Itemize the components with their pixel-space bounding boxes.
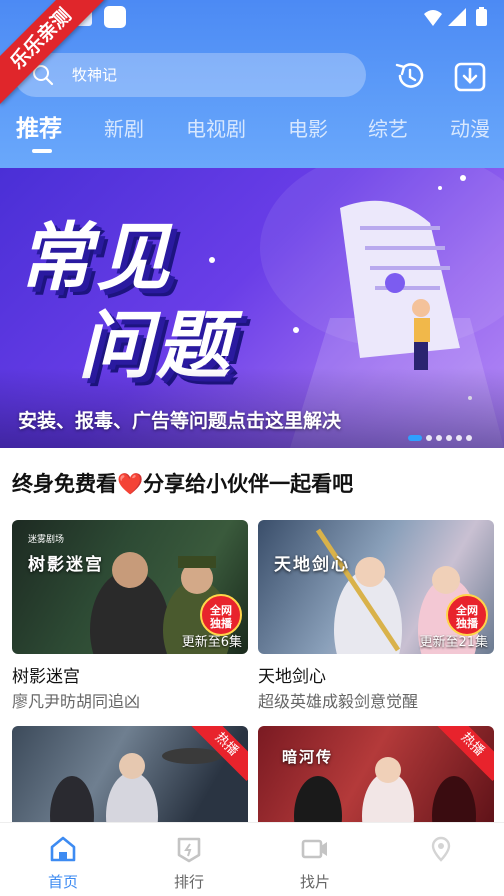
carousel-dot xyxy=(456,435,462,441)
section-title: 终身免费看❤️分享给小伙伴一起看吧 xyxy=(12,472,354,496)
ranking-icon xyxy=(177,837,201,863)
episode-update: 更新至21集 xyxy=(419,635,488,650)
nav-find-video[interactable]: 找片 xyxy=(252,823,378,896)
episode-update: 更新至6集 xyxy=(181,635,242,650)
bottom-nav: 首页 排行 找片 xyxy=(0,822,504,896)
location-pin-icon xyxy=(431,836,451,862)
exclusive-badge: 全网 独播 xyxy=(446,594,488,636)
exclusive-badge: 全网 独播 xyxy=(200,594,242,636)
poster-image[interactable]: 树影迷宫 迷雾剧场 全网 独播 更新至6集 xyxy=(12,520,248,654)
poster-title: 暗河传 xyxy=(282,748,334,766)
video-camera-icon xyxy=(301,839,327,859)
download-icon[interactable] xyxy=(452,58,488,94)
tab-new[interactable]: 新剧 xyxy=(104,108,144,150)
card-title[interactable]: 树影迷宫 xyxy=(12,662,80,687)
video-card[interactable]: 热播 xyxy=(12,726,248,826)
poster-image[interactable]: 暗河传 热播 xyxy=(258,726,494,826)
carousel-dot xyxy=(436,435,442,441)
video-card[interactable]: 天地剑心 全网 独播 更新至21集 天地剑心 超级英雄成毅剑意觉醒 xyxy=(258,520,494,711)
nav-label: 找片 xyxy=(299,873,330,891)
banner-carousel[interactable]: 常见 问题 安装、报毒、广告等问题点击这里解决 xyxy=(0,168,504,448)
category-tabs: 推荐 新剧 电视剧 电影 综艺 动漫 xyxy=(0,108,504,154)
carousel-dot xyxy=(466,435,472,441)
tab-tv-series[interactable]: 电视剧 xyxy=(186,108,246,150)
tab-movies[interactable]: 电影 xyxy=(288,108,328,150)
carousel-indicator xyxy=(408,426,476,441)
poster-title: 天地剑心 xyxy=(274,555,350,575)
nav-location[interactable] xyxy=(378,823,504,896)
card-title[interactable]: 天地剑心 xyxy=(258,662,326,687)
status-icons xyxy=(424,7,487,26)
nav-label: 排行 xyxy=(173,873,204,891)
search-bar[interactable]: 牧神记 xyxy=(14,53,366,97)
notification-icon xyxy=(104,6,126,28)
tab-anime[interactable]: 动漫 xyxy=(450,108,490,150)
tab-recommend[interactable]: 推荐 xyxy=(16,108,62,150)
history-icon[interactable] xyxy=(392,58,428,94)
nav-label: 首页 xyxy=(47,873,78,891)
poster-logo: 迷雾剧场 xyxy=(28,535,65,545)
card-subtitle: 廖凡尹昉胡同追凶 xyxy=(12,692,141,711)
video-card[interactable]: 暗河传 热播 xyxy=(258,726,494,826)
poster-image[interactable]: 热播 xyxy=(12,726,248,826)
carousel-dot xyxy=(426,435,432,441)
video-card[interactable]: 树影迷宫 迷雾剧场 全网 独播 更新至6集 树影迷宫 廖凡尹昉胡同追凶 xyxy=(12,520,248,711)
banner-caption: 安装、报毒、广告等问题点击这里解决 xyxy=(18,410,342,432)
tab-variety[interactable]: 综艺 xyxy=(368,108,408,150)
poster-title: 树影迷宫 xyxy=(28,555,104,575)
home-icon xyxy=(50,836,76,862)
poster-image[interactable]: 天地剑心 全网 独播 更新至21集 xyxy=(258,520,494,654)
nav-ranking[interactable]: 排行 xyxy=(126,823,252,896)
carousel-dot-active xyxy=(408,435,422,441)
carousel-dot xyxy=(446,435,452,441)
tab-indicator xyxy=(32,149,52,153)
nav-home[interactable]: 首页 xyxy=(0,823,126,896)
card-subtitle: 超级英雄成毅剑意觉醒 xyxy=(258,692,419,711)
search-input[interactable]: 牧神记 xyxy=(72,53,117,97)
